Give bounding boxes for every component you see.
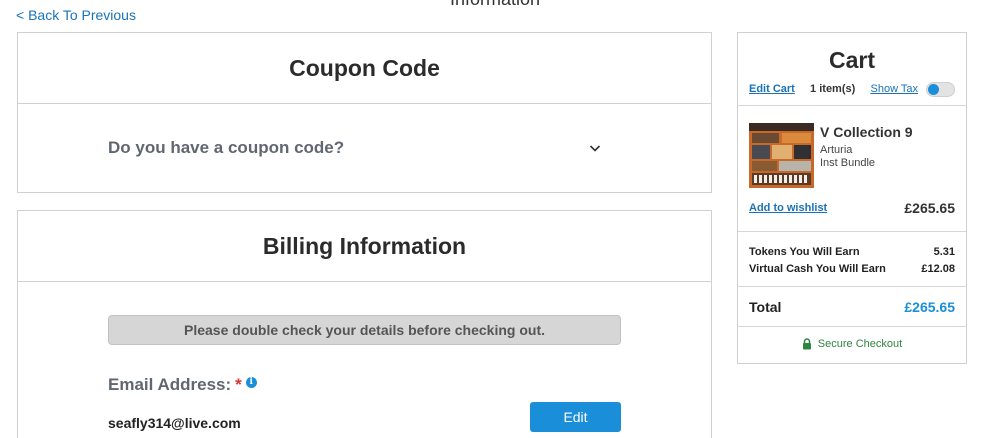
- coupon-title: Coupon Code: [289, 54, 440, 81]
- toggle-knob: [928, 83, 939, 95]
- coupon-accordion-toggle[interactable]: Do you have a coupon code?: [108, 128, 601, 168]
- back-to-previous-link[interactable]: < Back To Previous: [16, 7, 136, 23]
- tokens-row: Tokens You Will Earn 5.31: [749, 246, 955, 258]
- virtual-cash-row: Virtual Cash You Will Earn £12.08: [749, 263, 955, 275]
- double-check-notice: Please double check your details before …: [108, 315, 621, 345]
- cart-panel: Cart Edit Cart 1 item(s) Show Tax V Coll…: [737, 32, 967, 364]
- info-icon[interactable]: i: [245, 376, 257, 388]
- secure-checkout: Secure Checkout: [738, 338, 966, 350]
- product-image-icon: [749, 123, 814, 188]
- show-tax-link[interactable]: Show Tax: [871, 83, 919, 95]
- email-label: Email Address:: [108, 375, 232, 394]
- secure-checkout-label: Secure Checkout: [817, 338, 903, 350]
- total-label: Total: [749, 299, 782, 315]
- billing-panel: Billing Information Please double check …: [17, 210, 712, 438]
- cart-title: Cart: [828, 47, 875, 73]
- coupon-panel: Coupon Code Do you have a coupon code?: [17, 32, 712, 193]
- required-marker: *: [235, 375, 242, 394]
- coupon-question: Do you have a coupon code?: [108, 138, 345, 157]
- show-tax-group: Show Tax: [871, 81, 955, 97]
- product-brand: Arturia: [820, 144, 853, 156]
- edit-cart-link[interactable]: Edit Cart: [749, 83, 795, 95]
- lock-icon: [802, 338, 811, 350]
- cart-item-count: 1 item(s): [810, 83, 856, 95]
- show-tax-toggle[interactable]: [926, 81, 955, 97]
- divider: [738, 231, 966, 232]
- product-name[interactable]: V Collection 9: [820, 124, 913, 140]
- chevron-down-icon[interactable]: [589, 142, 601, 154]
- total-row: Total £265.65: [749, 299, 955, 315]
- page-heading-partial: Information: [450, 0, 540, 10]
- billing-title: Billing Information: [262, 232, 467, 259]
- divider: [738, 105, 966, 106]
- product-price: £265.65: [904, 200, 955, 216]
- product-type: Inst Bundle: [820, 157, 876, 169]
- edit-email-button[interactable]: Edit: [530, 402, 621, 432]
- add-to-wishlist-link[interactable]: Add to wishlist: [749, 202, 827, 214]
- cart-toolbar: Edit Cart 1 item(s) Show Tax: [749, 80, 955, 98]
- summary-value: £12.08: [921, 263, 955, 275]
- summary-label: Tokens You Will Earn: [749, 246, 860, 258]
- product-thumbnail[interactable]: [749, 123, 814, 188]
- summary-value: 5.31: [933, 246, 955, 258]
- email-value: seafly314@live.com: [108, 415, 241, 431]
- summary-label: Virtual Cash You Will Earn: [749, 263, 886, 275]
- email-label-row: Email Address: * i: [108, 375, 257, 395]
- coupon-header: Coupon Code: [18, 33, 711, 104]
- total-value: £265.65: [904, 299, 955, 315]
- divider: [738, 286, 966, 287]
- billing-header: Billing Information: [18, 211, 711, 282]
- divider: [738, 326, 966, 327]
